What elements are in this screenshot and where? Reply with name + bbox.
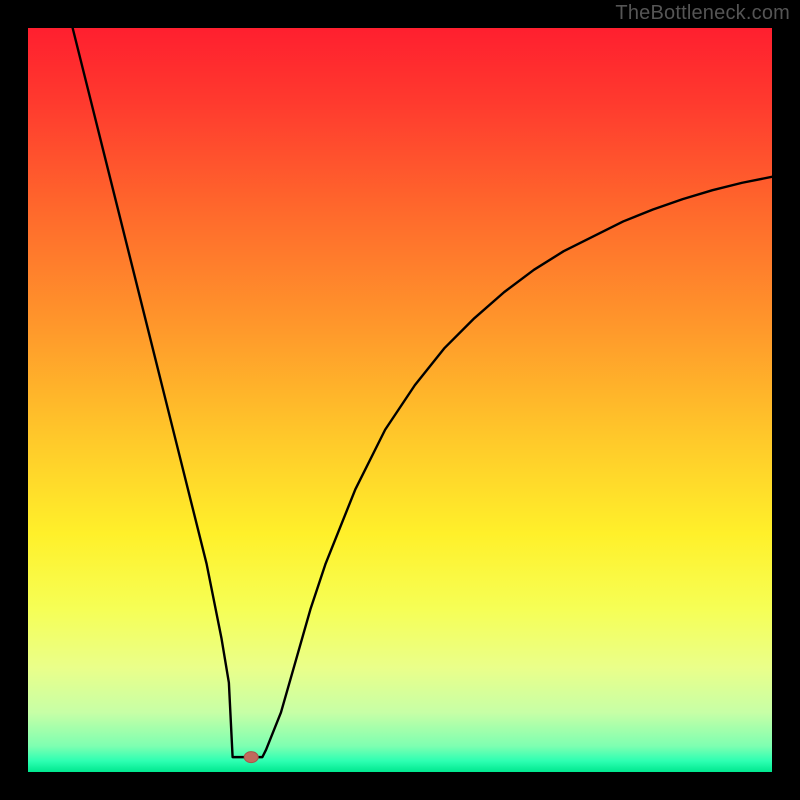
plot-area — [28, 28, 772, 772]
bottleneck-chart — [28, 28, 772, 772]
watermark-text: TheBottleneck.com — [615, 2, 790, 25]
gradient-background — [28, 28, 772, 772]
chart-frame: TheBottleneck.com — [0, 0, 800, 800]
optimal-point-marker — [244, 752, 258, 763]
